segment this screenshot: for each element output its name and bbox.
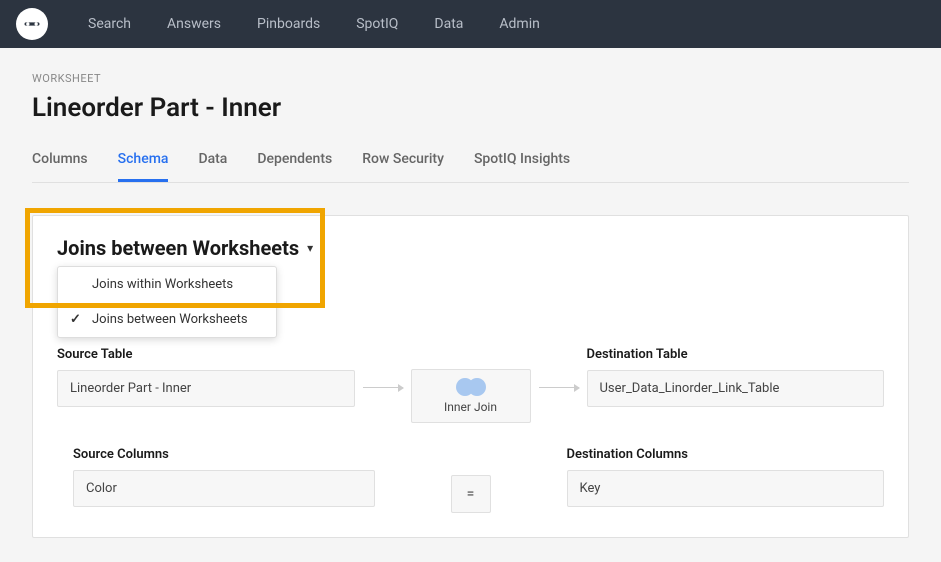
tab-row-security[interactable]: Row Security xyxy=(362,151,444,182)
source-table-value[interactable]: Lineorder Part - Inner xyxy=(57,370,355,407)
tab-data[interactable]: Data xyxy=(198,151,227,182)
nav-admin[interactable]: Admin xyxy=(499,16,539,32)
content-area: WORKSHEET Lineorder Part - Inner Columns… xyxy=(0,48,941,562)
equals-operator: = xyxy=(451,475,491,513)
schema-card: Joins between Worksheets ▾ Joins within … xyxy=(32,215,909,538)
nav-spotiq[interactable]: SpotIQ xyxy=(356,16,398,32)
tab-dependents[interactable]: Dependents xyxy=(257,151,332,182)
dest-columns-label: Destination Columns xyxy=(567,447,885,462)
tab-schema[interactable]: Schema xyxy=(118,151,169,182)
inner-join-icon xyxy=(424,378,518,396)
nav-items: Search Answers Pinboards SpotIQ Data Adm… xyxy=(88,16,540,32)
source-table-label: Source Table xyxy=(57,347,355,362)
nav-answers[interactable]: Answers xyxy=(167,16,221,32)
top-nav: Search Answers Pinboards SpotIQ Data Adm… xyxy=(0,0,941,48)
dest-table-value[interactable]: User_Data_Linorder_Link_Table xyxy=(587,370,885,407)
join-columns-row: Source Columns Color = Destination Colum… xyxy=(33,447,908,537)
dest-table-label: Destination Table xyxy=(587,347,885,362)
dest-table-block: Destination Table User_Data_Linorder_Lin… xyxy=(587,347,885,407)
nav-search[interactable]: Search xyxy=(88,16,131,32)
join-type-block: Inner Join xyxy=(411,347,531,423)
page-title: Lineorder Part - Inner xyxy=(32,93,909,123)
join-type-label: Inner Join xyxy=(424,400,518,414)
tabs: Columns Schema Data Dependents Row Secur… xyxy=(32,151,909,183)
source-columns-label: Source Columns xyxy=(73,447,375,462)
source-columns-block: Source Columns Color xyxy=(57,447,375,507)
joins-dropdown-menu: Joins within Worksheets ✓ Joins between … xyxy=(57,266,277,338)
dest-columns-value[interactable]: Key xyxy=(567,470,885,507)
joins-dropdown-trigger[interactable]: Joins between Worksheets ▾ xyxy=(57,236,884,260)
dropdown-option-within[interactable]: Joins within Worksheets xyxy=(58,267,276,302)
nav-pinboards[interactable]: Pinboards xyxy=(257,16,320,32)
logo-icon[interactable] xyxy=(16,8,48,40)
arrow-connector-left xyxy=(363,387,403,388)
source-table-block: Source Table Lineorder Part - Inner xyxy=(57,347,355,407)
dest-columns-block: Destination Columns Key xyxy=(567,447,885,507)
tab-columns[interactable]: Columns xyxy=(32,151,88,182)
join-type-box[interactable]: Inner Join xyxy=(411,369,531,423)
dropdown-option-between[interactable]: ✓ Joins between Worksheets xyxy=(58,302,276,337)
joins-dropdown-wrapper: Joins between Worksheets ▾ Joins within … xyxy=(33,216,908,268)
join-tables-row: Source Table Lineorder Part - Inner Inne… xyxy=(33,331,908,447)
chevron-down-icon: ▾ xyxy=(307,241,313,255)
source-columns-value[interactable]: Color xyxy=(73,470,375,507)
tab-spotiq-insights[interactable]: SpotIQ Insights xyxy=(474,151,570,182)
joins-dropdown-title: Joins between Worksheets xyxy=(57,236,299,260)
arrow-connector-right xyxy=(539,387,579,388)
nav-data[interactable]: Data xyxy=(434,16,463,32)
breadcrumb: WORKSHEET xyxy=(32,72,909,85)
check-icon: ✓ xyxy=(70,312,81,327)
